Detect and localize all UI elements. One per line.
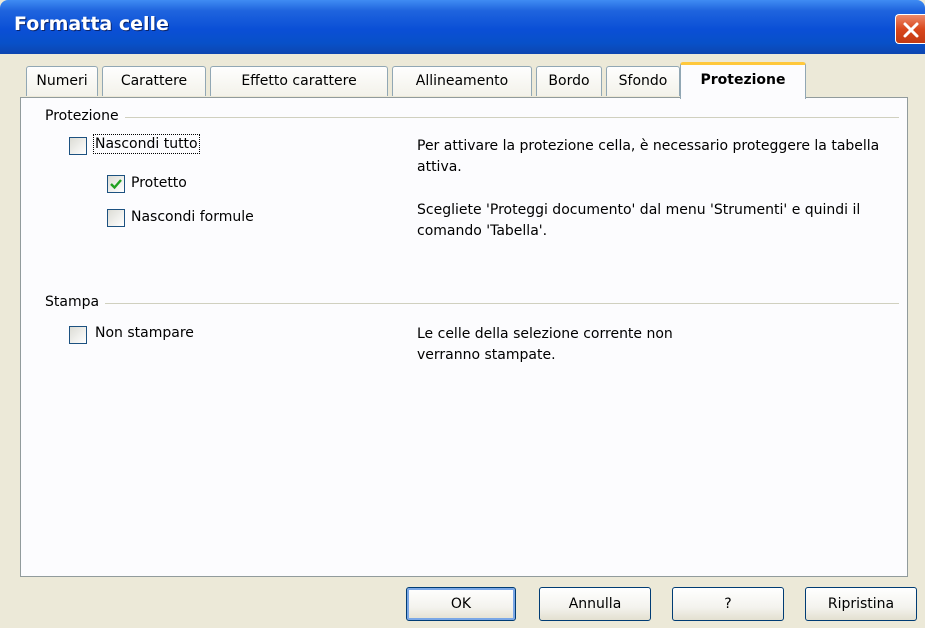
close-icon: [903, 22, 919, 38]
ok-button[interactable]: OK: [406, 587, 516, 621]
protection-instructions: Scegliete 'Proteggi documento' dal menu …: [417, 202, 861, 239]
window-title: Formatta celle: [14, 13, 169, 35]
protected-checkbox[interactable]: [107, 175, 125, 193]
tab-carattere[interactable]: Carattere: [102, 66, 206, 96]
protected-label[interactable]: Protetto: [131, 175, 187, 191]
tab-numeri[interactable]: Numeri: [26, 66, 98, 96]
close-button[interactable]: [895, 14, 925, 44]
reset-button[interactable]: Ripristina: [805, 587, 917, 621]
group-divider: [121, 117, 899, 118]
tab-protezione[interactable]: Protezione: [680, 62, 806, 99]
protection-description: Per attivare la protezione cella, è nece…: [417, 138, 880, 175]
title-bar[interactable]: Formatta celle: [0, 0, 925, 54]
hide-all-checkbox[interactable]: [69, 137, 87, 155]
print-description: Le celle della selezione corrente non ve…: [417, 326, 673, 363]
checkmark-icon: [110, 179, 122, 190]
tab-effetto-carattere[interactable]: Effetto carattere: [210, 66, 388, 96]
no-print-checkbox[interactable]: [69, 326, 87, 344]
help-button[interactable]: ?: [672, 587, 784, 621]
cancel-button[interactable]: Annulla: [539, 587, 651, 621]
tab-sfondo[interactable]: Sfondo: [606, 66, 680, 96]
hide-all-label[interactable]: Nascondi tutto: [93, 134, 200, 154]
group-label-protezione: Protezione: [45, 108, 125, 124]
group-label-stampa: Stampa: [45, 294, 106, 310]
tab-panel-protezione: Protezione Nascondi tutto Protetto Nasco…: [20, 97, 908, 577]
hide-formulas-label[interactable]: Nascondi formule: [131, 209, 254, 225]
hide-formulas-checkbox[interactable]: [107, 209, 125, 227]
no-print-label[interactable]: Non stampare: [95, 325, 194, 341]
format-cells-dialog: Formatta celle Numeri Carattere Effetto …: [0, 0, 925, 628]
group-divider: [105, 303, 899, 304]
tab-allineamento[interactable]: Allineamento: [392, 66, 532, 96]
tab-bordo[interactable]: Bordo: [536, 66, 602, 96]
